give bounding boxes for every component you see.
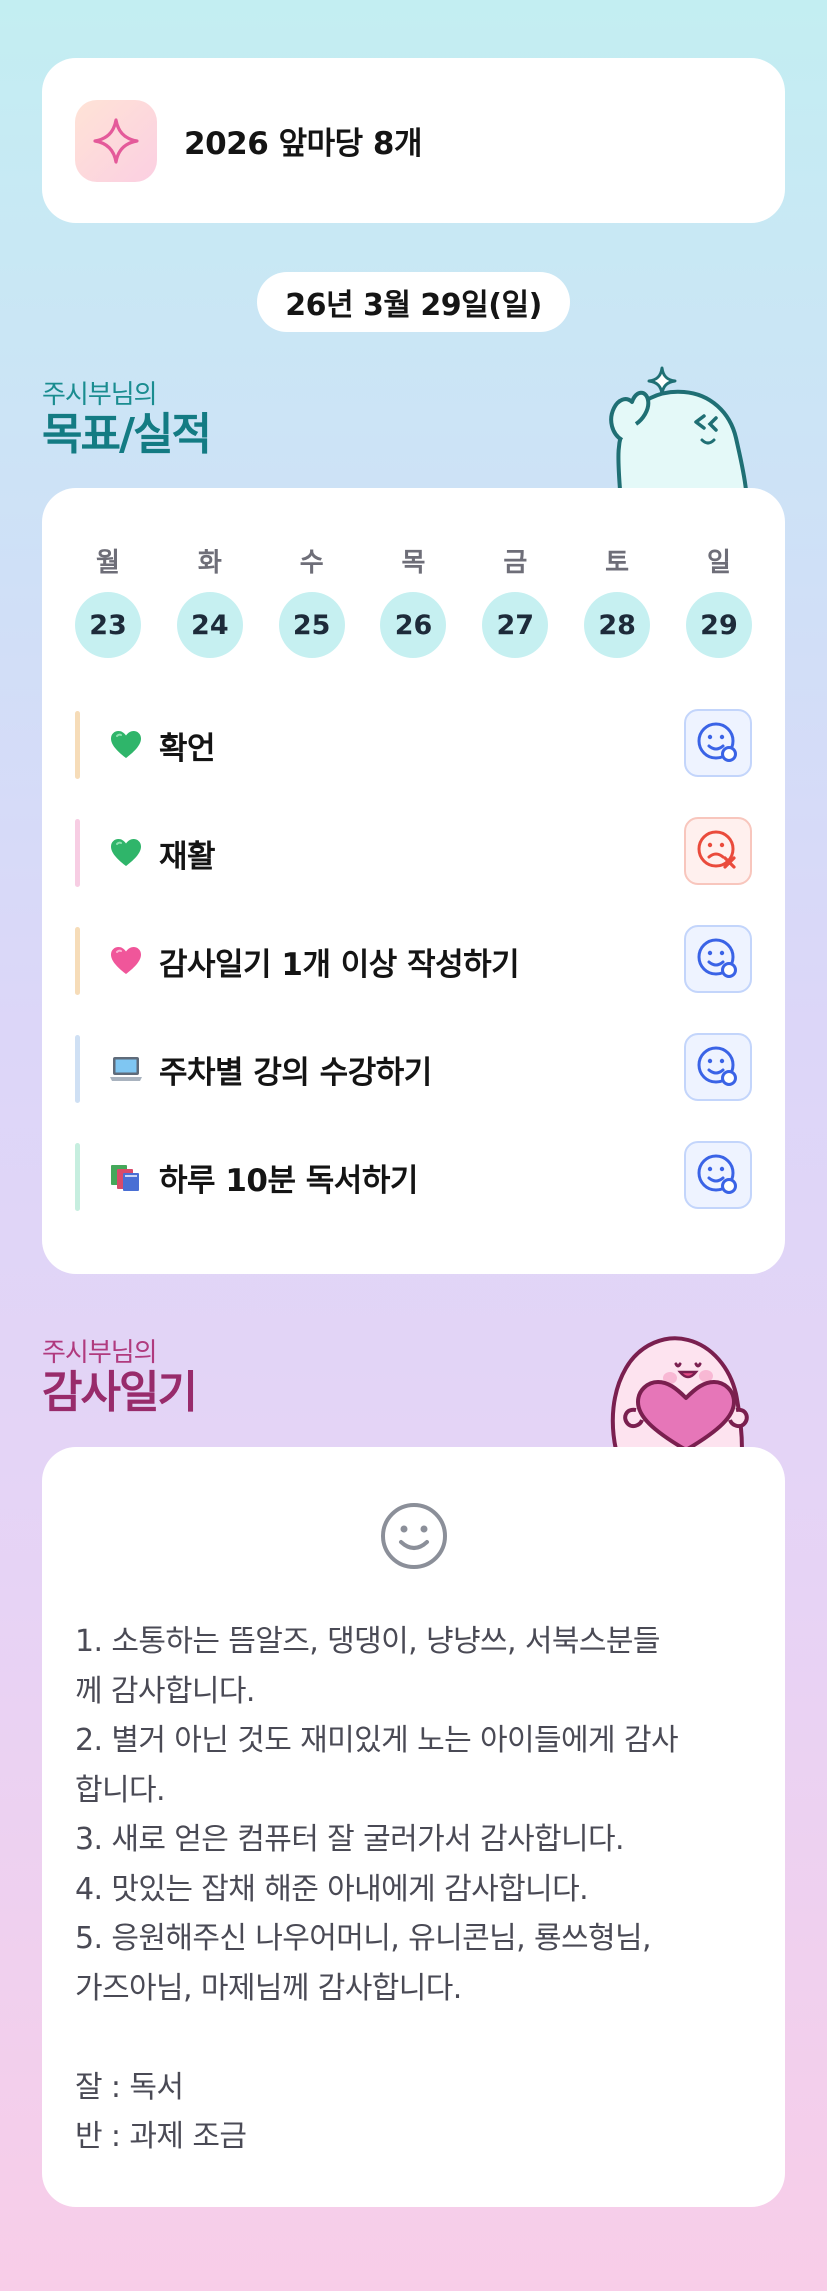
goal-item[interactable]: 확언 <box>75 703 752 787</box>
week-row: 월 23 화 24 수 25 목 26 금 27 토 28 일 29 <box>75 542 752 658</box>
goal-item[interactable]: 하루 10분 독서하기 <box>75 1135 752 1219</box>
goal-item[interactable]: 감사일기 1개 이상 작성하기 <box>75 919 752 1003</box>
date-pill[interactable]: 26년 3월 29일(일) <box>257 272 570 332</box>
day-wed[interactable]: 수 25 <box>278 542 345 658</box>
pink-ghost-heart-mascot-icon <box>610 1336 749 1450</box>
day-name: 수 <box>299 548 324 578</box>
goals-title: 목표/실적 <box>42 409 212 460</box>
goal-list: 확언 재활 감사일기 1개 이상 작성하기 주차별 강의 수강하기 하루 10분… <box>75 703 752 1243</box>
gratitude-card: 1. 소통하는 뜸알즈, 댕댕이, 냥냥쓰, 서북스분들 께 감사합니다. 2.… <box>42 1447 785 2207</box>
day-date: 27 <box>482 592 549 658</box>
laptop-icon <box>108 1051 144 1087</box>
day-name: 월 <box>96 548 120 578</box>
day-date: 28 <box>584 592 651 658</box>
page-title: 2026 앞마당 8개 <box>184 126 423 162</box>
goal-item[interactable]: 주차별 강의 수강하기 <box>75 1027 752 1111</box>
day-date: 25 <box>278 592 345 658</box>
day-name: 토 <box>605 548 630 578</box>
status-done-button[interactable] <box>684 1033 752 1101</box>
goal-accent-bar <box>75 1143 80 1211</box>
pink-heart-icon <box>108 943 144 979</box>
goal-accent-bar <box>75 711 80 779</box>
goal-accent-bar <box>75 819 80 887</box>
status-done-button[interactable] <box>684 709 752 777</box>
header-card: 2026 앞마당 8개 <box>42 58 785 223</box>
day-sun[interactable]: 일 29 <box>685 542 752 658</box>
goal-item[interactable]: 재활 <box>75 811 752 895</box>
day-mon[interactable]: 월 23 <box>75 542 141 658</box>
day-thu[interactable]: 목 26 <box>380 542 447 658</box>
books-icon <box>108 1159 144 1195</box>
mint-ghost-mascot-icon <box>609 366 749 490</box>
green-heart-icon <box>108 835 144 871</box>
goal-label: 재활 <box>159 838 216 875</box>
goal-label: 감사일기 1개 이상 작성하기 <box>159 946 520 983</box>
goal-label: 하루 10분 독서하기 <box>159 1162 418 1199</box>
day-tue[interactable]: 화 24 <box>176 542 243 658</box>
goal-label: 확언 <box>159 730 216 767</box>
day-date: 23 <box>75 592 141 658</box>
sparkle-icon <box>75 99 157 182</box>
day-date: 29 <box>685 592 752 658</box>
green-heart-icon <box>108 727 144 763</box>
day-date: 26 <box>380 592 447 658</box>
day-name: 금 <box>503 548 528 578</box>
day-sat[interactable]: 토 28 <box>584 542 651 658</box>
status-done-button[interactable] <box>684 925 752 993</box>
day-date: 24 <box>176 592 243 658</box>
gratitude-text: 1. 소통하는 뜸알즈, 댕댕이, 냥냥쓰, 서북스분들 께 감사합니다. 2.… <box>75 1624 679 2154</box>
goal-label: 주차별 강의 수강하기 <box>159 1054 432 1091</box>
goals-card: 월 23 화 24 수 25 목 26 금 27 토 28 일 29 확언 재활… <box>42 488 785 1274</box>
day-name: 일 <box>707 548 731 578</box>
status-done-button[interactable] <box>684 1141 752 1209</box>
day-name: 화 <box>197 548 222 578</box>
goal-accent-bar <box>75 1035 80 1103</box>
day-fri[interactable]: 금 27 <box>482 542 549 658</box>
day-name: 목 <box>401 548 426 578</box>
gratitude-title: 감사일기 <box>42 1367 198 1418</box>
goal-accent-bar <box>75 927 80 995</box>
status-missed-button[interactable] <box>684 817 752 885</box>
smile-icon <box>381 1503 447 1569</box>
